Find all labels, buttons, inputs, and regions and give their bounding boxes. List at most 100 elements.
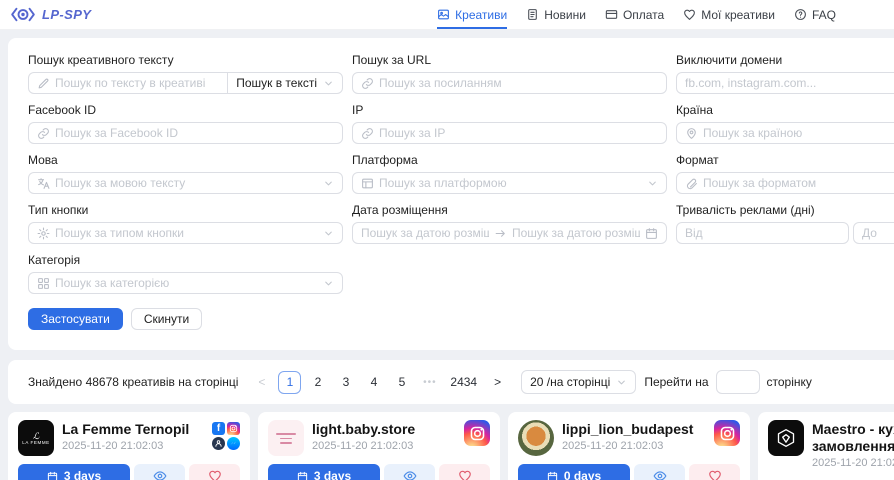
- link-icon: [37, 127, 50, 140]
- platform-select-input[interactable]: [379, 176, 642, 190]
- category-label: Категорія: [28, 253, 343, 267]
- view-button[interactable]: [134, 464, 185, 480]
- logo[interactable]: LP-SPY: [10, 0, 91, 29]
- nav-label: Оплата: [623, 8, 664, 22]
- category-select[interactable]: [28, 272, 343, 294]
- hexagon-logo-icon: [776, 428, 796, 448]
- ip-label: IP: [352, 103, 667, 117]
- filter-category: Категорія: [28, 253, 343, 294]
- ip-input[interactable]: [379, 126, 658, 140]
- duration-from-input[interactable]: [685, 226, 840, 240]
- filter-url: Пошук за URL: [352, 53, 667, 94]
- creative-card[interactable]: ℒ LA FEMME La Femme Ternopil 2025-11-20 …: [8, 412, 250, 480]
- avatar-art: [276, 433, 296, 435]
- page-button-last[interactable]: 2434: [446, 371, 481, 394]
- duration-label: Тривалість реклами (дні): [676, 203, 894, 217]
- creative-date: 2025-11-20 21:02:03: [562, 440, 706, 452]
- pagination: < 1 2 3 4 5 ••• 2434 >: [250, 371, 509, 394]
- exclude-domains-input[interactable]: [685, 76, 894, 90]
- filter-duration: Тривалість реклами (дні): [676, 203, 894, 244]
- nav-item-payment[interactable]: Оплата: [605, 0, 664, 29]
- filter-panel: Пошук креативного тексту Пошук в тексті …: [8, 38, 894, 350]
- date-range-picker[interactable]: [352, 222, 667, 244]
- heart-icon: [458, 469, 472, 480]
- filter-language: Мова: [28, 153, 343, 194]
- filter-format: Формат: [676, 153, 894, 194]
- format-input[interactable]: [703, 176, 894, 190]
- button-type-label: Тип кнопки: [28, 203, 343, 217]
- text-search-mode-select[interactable]: Пошук в тексті: [227, 72, 343, 94]
- news-icon: [526, 8, 539, 21]
- language-select[interactable]: [28, 172, 343, 194]
- creative-title: lippi_lion_budapest: [562, 421, 706, 438]
- creative-title: Maestro - кухні, ме: [812, 421, 894, 438]
- creative-text-input[interactable]: [55, 76, 219, 90]
- jump-prefix: Перейти на: [644, 375, 708, 389]
- pages-ellipsis[interactable]: •••: [418, 371, 441, 394]
- creative-title: light.baby.store: [312, 421, 456, 438]
- days-label: 3 days: [314, 469, 351, 480]
- page-button-3[interactable]: 3: [334, 371, 357, 394]
- avatar: ℒ LA FEMME: [18, 420, 54, 456]
- page-size-select[interactable]: 20 /на сторінці: [521, 370, 636, 394]
- filter-exclude-domains: Виключити домени: [676, 53, 894, 94]
- nav-item-faq[interactable]: FAQ: [794, 0, 836, 29]
- page-size-value: 20 /на сторінці: [530, 375, 610, 389]
- nav-item-creatives[interactable]: Креативи: [437, 0, 507, 29]
- avatar: [518, 420, 554, 456]
- reset-button[interactable]: Скинути: [131, 308, 202, 330]
- avatar-monogram: ℒ: [33, 432, 39, 440]
- date-from-input[interactable]: [361, 226, 489, 240]
- days-active-button[interactable]: 3 days: [268, 464, 380, 480]
- arrow-right-icon: [494, 227, 507, 240]
- date-to-input[interactable]: [512, 226, 640, 240]
- creative-title: La Femme Ternopil: [62, 421, 204, 438]
- category-select-input[interactable]: [55, 276, 318, 290]
- favorite-button[interactable]: [189, 464, 240, 480]
- page-button-2[interactable]: 2: [306, 371, 329, 394]
- duration-to-input[interactable]: [862, 226, 894, 240]
- calendar-icon: [547, 471, 558, 480]
- prev-page-button[interactable]: <: [250, 371, 273, 394]
- page-jumper: Перейти на сторінку: [644, 370, 812, 394]
- nav-label: Креативи: [455, 8, 507, 22]
- creative-card[interactable]: Maestro - кухні, ме замовлення в Ужго 20…: [758, 412, 894, 480]
- facebook-id-input[interactable]: [55, 126, 334, 140]
- country-label: Країна: [676, 103, 894, 117]
- creative-date: 2025-11-20 21:02:03: [62, 440, 204, 452]
- country-input[interactable]: [703, 126, 894, 140]
- button-type-select-input[interactable]: [55, 226, 318, 240]
- page-button-5[interactable]: 5: [390, 371, 413, 394]
- filter-country: Країна: [676, 103, 894, 144]
- apply-button[interactable]: Застосувати: [28, 308, 123, 330]
- creative-card[interactable]: lippi_lion_budapest 2025-11-20 21:02:03 …: [508, 412, 750, 480]
- favorite-button[interactable]: [439, 464, 490, 480]
- view-button[interactable]: [634, 464, 685, 480]
- creatives-list: ℒ LA FEMME La Femme Ternopil 2025-11-20 …: [8, 412, 894, 480]
- instagram-icon: [227, 422, 240, 435]
- facebook-icon: f: [212, 422, 225, 435]
- days-active-button[interactable]: 0 days: [518, 464, 630, 480]
- platform-select[interactable]: [352, 172, 667, 194]
- main-nav: Креативи Новини Оплата Мої креативи FAQ: [437, 0, 836, 29]
- favorite-button[interactable]: [689, 464, 740, 480]
- jump-page-input[interactable]: [716, 370, 760, 394]
- days-active-button[interactable]: 3 days: [18, 464, 130, 480]
- filter-creative-text: Пошук креативного тексту Пошук в тексті: [28, 53, 343, 94]
- next-page-button[interactable]: >: [486, 371, 509, 394]
- chevron-down-icon: [323, 78, 334, 89]
- page-button-1[interactable]: 1: [278, 371, 301, 394]
- exclude-domains-label: Виключити домени: [676, 53, 894, 67]
- url-input[interactable]: [379, 76, 658, 90]
- view-button[interactable]: [384, 464, 435, 480]
- language-select-input[interactable]: [55, 176, 318, 190]
- filter-facebook-id: Facebook ID: [28, 103, 343, 144]
- pencil-icon: [37, 77, 50, 90]
- nav-item-my-creatives[interactable]: Мої креативи: [683, 0, 775, 29]
- page-button-4[interactable]: 4: [362, 371, 385, 394]
- creative-card[interactable]: light.baby.store 2025-11-20 21:02:03 3 d…: [258, 412, 500, 480]
- nav-item-news[interactable]: Новини: [526, 0, 586, 29]
- question-circle-icon: [794, 8, 807, 21]
- button-type-select[interactable]: [28, 222, 343, 244]
- credit-card-icon: [605, 8, 618, 21]
